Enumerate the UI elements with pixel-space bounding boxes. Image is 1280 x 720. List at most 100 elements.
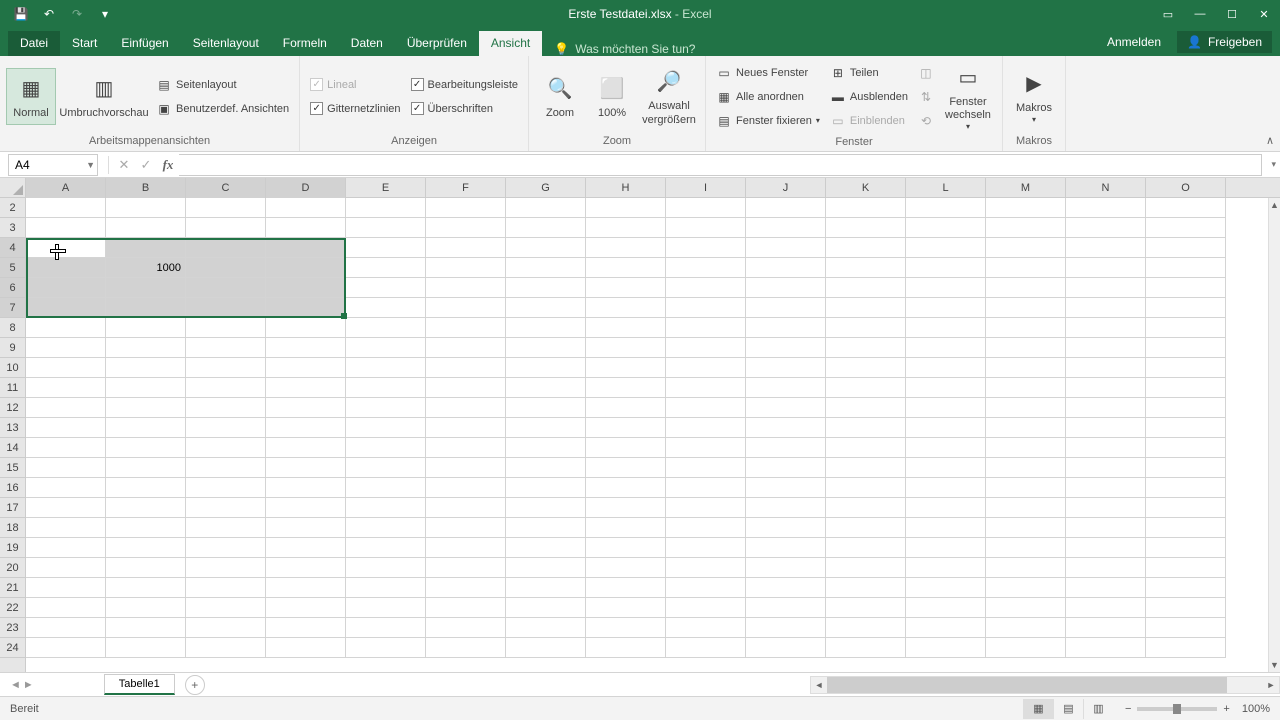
new-window-button[interactable]: ▭Neues Fenster (712, 62, 824, 84)
cell-J10[interactable] (746, 358, 826, 378)
cell-I15[interactable] (666, 458, 746, 478)
cell-D5[interactable] (266, 258, 346, 278)
cell-M7[interactable] (986, 298, 1066, 318)
row-header-23[interactable]: 23 (0, 618, 25, 638)
chevron-down-icon[interactable]: ▼ (86, 160, 95, 170)
cell-F3[interactable] (426, 218, 506, 238)
cell-F2[interactable] (426, 198, 506, 218)
cell-I18[interactable] (666, 518, 746, 538)
cell-I4[interactable] (666, 238, 746, 258)
scrollbar-track[interactable] (827, 677, 1263, 693)
cell-D24[interactable] (266, 638, 346, 658)
cell-C22[interactable] (186, 598, 266, 618)
tab-daten[interactable]: Daten (339, 31, 395, 56)
row-header-19[interactable]: 19 (0, 538, 25, 558)
cell-N6[interactable] (1066, 278, 1146, 298)
cell-D12[interactable] (266, 398, 346, 418)
cell-F23[interactable] (426, 618, 506, 638)
cell-F21[interactable] (426, 578, 506, 598)
cell-B8[interactable] (106, 318, 186, 338)
formula-input[interactable] (179, 154, 1262, 176)
cell-N17[interactable] (1066, 498, 1146, 518)
cell-I10[interactable] (666, 358, 746, 378)
cell-C4[interactable] (186, 238, 266, 258)
cell-C19[interactable] (186, 538, 266, 558)
cell-H20[interactable] (586, 558, 666, 578)
macros-button[interactable]: ▶ Makros ▾ (1009, 64, 1059, 129)
cell-J23[interactable] (746, 618, 826, 638)
cell-K8[interactable] (826, 318, 906, 338)
cell-M4[interactable] (986, 238, 1066, 258)
cell-G23[interactable] (506, 618, 586, 638)
cell-D21[interactable] (266, 578, 346, 598)
cell-C23[interactable] (186, 618, 266, 638)
cell-O13[interactable] (1146, 418, 1226, 438)
row-header-5[interactable]: 5 (0, 258, 25, 278)
cell-C21[interactable] (186, 578, 266, 598)
cell-D7[interactable] (266, 298, 346, 318)
cell-A5[interactable] (26, 258, 106, 278)
cell-N7[interactable] (1066, 298, 1146, 318)
cell-N8[interactable] (1066, 318, 1146, 338)
zoom-in-button[interactable]: + (1223, 703, 1229, 715)
cell-D22[interactable] (266, 598, 346, 618)
save-button[interactable]: 💾 (8, 2, 34, 26)
cell-O24[interactable] (1146, 638, 1226, 658)
cell-A12[interactable] (26, 398, 106, 418)
cell-J21[interactable] (746, 578, 826, 598)
split-button[interactable]: ⊞Teilen (826, 62, 912, 84)
cell-L14[interactable] (906, 438, 986, 458)
cell-B23[interactable] (106, 618, 186, 638)
cell-H14[interactable] (586, 438, 666, 458)
cell-B18[interactable] (106, 518, 186, 538)
cell-D3[interactable] (266, 218, 346, 238)
cell-K24[interactable] (826, 638, 906, 658)
cell-I14[interactable] (666, 438, 746, 458)
cell-L5[interactable] (906, 258, 986, 278)
tab-ueberpruefen[interactable]: Überprüfen (395, 31, 479, 56)
row-header-24[interactable]: 24 (0, 638, 25, 658)
cell-E9[interactable] (346, 338, 426, 358)
cell-G6[interactable] (506, 278, 586, 298)
cell-C6[interactable] (186, 278, 266, 298)
cell-D11[interactable] (266, 378, 346, 398)
row-header-12[interactable]: 12 (0, 398, 25, 418)
cell-O10[interactable] (1146, 358, 1226, 378)
cell-B14[interactable] (106, 438, 186, 458)
cell-C13[interactable] (186, 418, 266, 438)
cell-D15[interactable] (266, 458, 346, 478)
cell-D4[interactable] (266, 238, 346, 258)
column-header-L[interactable]: L (906, 178, 986, 198)
cell-H17[interactable] (586, 498, 666, 518)
cell-M21[interactable] (986, 578, 1066, 598)
cell-L24[interactable] (906, 638, 986, 658)
column-header-M[interactable]: M (986, 178, 1066, 198)
cell-I5[interactable] (666, 258, 746, 278)
cell-C17[interactable] (186, 498, 266, 518)
cell-M9[interactable] (986, 338, 1066, 358)
cell-C20[interactable] (186, 558, 266, 578)
cell-A4[interactable] (26, 238, 106, 258)
page-break-status-button[interactable]: ▥ (1083, 699, 1113, 719)
row-header-11[interactable]: 11 (0, 378, 25, 398)
cell-F14[interactable] (426, 438, 506, 458)
cell-C24[interactable] (186, 638, 266, 658)
cell-L2[interactable] (906, 198, 986, 218)
cell-M22[interactable] (986, 598, 1066, 618)
next-sheet-button[interactable]: ► (23, 679, 34, 691)
cell-E22[interactable] (346, 598, 426, 618)
cell-L9[interactable] (906, 338, 986, 358)
undo-button[interactable]: ↶ (36, 2, 62, 26)
row-header-10[interactable]: 10 (0, 358, 25, 378)
column-header-G[interactable]: G (506, 178, 586, 198)
column-header-K[interactable]: K (826, 178, 906, 198)
cell-F19[interactable] (426, 538, 506, 558)
cell-A8[interactable] (26, 318, 106, 338)
expand-formula-bar-button[interactable]: ▾ (1271, 159, 1276, 170)
cell-N19[interactable] (1066, 538, 1146, 558)
column-header-E[interactable]: E (346, 178, 426, 198)
cell-L11[interactable] (906, 378, 986, 398)
cell-M16[interactable] (986, 478, 1066, 498)
cell-D23[interactable] (266, 618, 346, 638)
cell-E19[interactable] (346, 538, 426, 558)
